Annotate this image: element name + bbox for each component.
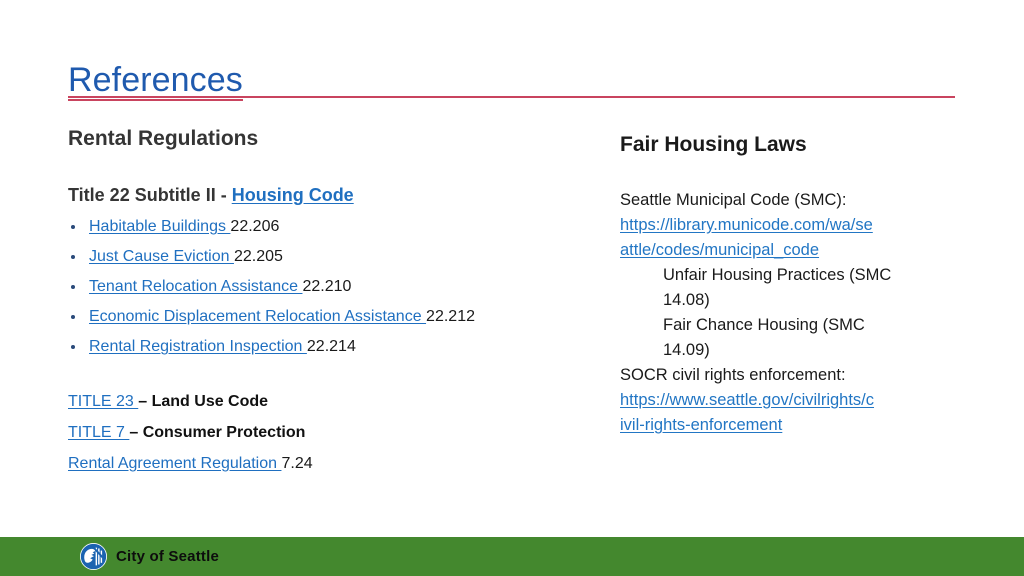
slide-canvas: References Rental Regulations Title 22 S… [0, 0, 1024, 576]
right-column: Fair Housing Laws Seattle Municipal Code… [620, 132, 956, 438]
label-seattle-municipal-code: Seattle Municipal Code (SMC): [620, 191, 847, 209]
subheading-prefix: Title 22 Subtitle II - [68, 185, 232, 205]
list-item: Tenant Relocation Assistance 22.210 [68, 272, 588, 302]
code-economic-displacement: 22.212 [426, 308, 475, 325]
code-tenant-relocation-assistance: 22.210 [302, 278, 352, 295]
label-consumer-protection: – Consumer Protection [129, 424, 306, 441]
label-fair-chance-housing-code: 14.09) [663, 341, 710, 359]
label-unfair-housing-practices-code: 14.08) [663, 291, 710, 309]
reference-rental-agreement-regulation: Rental Agreement Regulation 7.24 [68, 448, 588, 479]
list-item: Rental Registration Inspection 22.214 [68, 332, 588, 362]
left-column-heading: Rental Regulations [68, 127, 259, 150]
footer-bar: City of Seattle [0, 537, 1024, 576]
code-rental-agreement-regulation: 7.24 [281, 455, 313, 472]
link-housing-code[interactable]: Housing Code [232, 185, 354, 205]
link-municode-url-line1[interactable]: https://library.municode.com/wa/se [620, 213, 956, 238]
bullet-dot-icon [71, 315, 75, 319]
bullet-dot-icon [71, 225, 75, 229]
link-municode-url-line2[interactable]: attle/codes/municipal_code [620, 238, 956, 263]
reference-title-23: TITLE 23 – Land Use Code [68, 386, 588, 417]
bullet-dot-icon [71, 255, 75, 259]
link-rental-agreement-regulation[interactable]: Rental Agreement Regulation [68, 455, 281, 472]
bullet-dot-icon [71, 285, 75, 289]
link-economic-displacement-relocation-assistance[interactable]: Economic Displacement Relocation Assista… [89, 308, 426, 325]
right-column-heading: Fair Housing Laws [620, 133, 807, 156]
link-tenant-relocation-assistance[interactable]: Tenant Relocation Assistance [89, 278, 302, 295]
bullet-dot-icon [71, 345, 75, 349]
city-of-seattle-logo-icon [80, 543, 107, 570]
link-habitable-buildings[interactable]: Habitable Buildings [89, 218, 230, 235]
housing-code-subheading: Title 22 Subtitle II - Housing Code [68, 182, 588, 208]
label-socr-civil-rights-enforcement: SOCR civil rights enforcement: [620, 366, 846, 384]
reference-title-7: TITLE 7 – Consumer Protection [68, 417, 588, 448]
list-item: Habitable Buildings 22.206 [68, 212, 588, 242]
code-habitable-buildings: 22.206 [230, 218, 280, 235]
code-rental-registration-inspection: 22.214 [306, 338, 356, 355]
link-title-7[interactable]: TITLE 7 [68, 424, 129, 441]
rental-regulations-list: Habitable Buildings 22.206 Just Cause Ev… [68, 212, 588, 362]
list-item: Just Cause Eviction 22.205 [68, 242, 588, 272]
link-socr-url-line1[interactable]: https://www.seattle.gov/civilrights/c [620, 388, 956, 413]
label-fair-chance-housing: Fair Chance Housing (SMC [663, 316, 865, 334]
left-column: Rental Regulations Title 22 Subtitle II … [68, 126, 588, 479]
code-just-cause-eviction: 22.205 [233, 248, 283, 265]
link-title-23[interactable]: TITLE 23 [68, 393, 138, 410]
link-just-cause-eviction[interactable]: Just Cause Eviction [89, 248, 234, 265]
title-underline-rule [68, 96, 955, 98]
footer-label: City of Seattle [116, 548, 220, 565]
link-socr-url-line2[interactable]: ivil-rights-enforcement [620, 413, 956, 438]
list-item: Economic Displacement Relocation Assista… [68, 302, 588, 332]
label-land-use-code: – Land Use Code [138, 393, 269, 410]
link-rental-registration-inspection[interactable]: Rental Registration Inspection [89, 338, 307, 355]
label-unfair-housing-practices: Unfair Housing Practices (SMC [663, 266, 892, 284]
